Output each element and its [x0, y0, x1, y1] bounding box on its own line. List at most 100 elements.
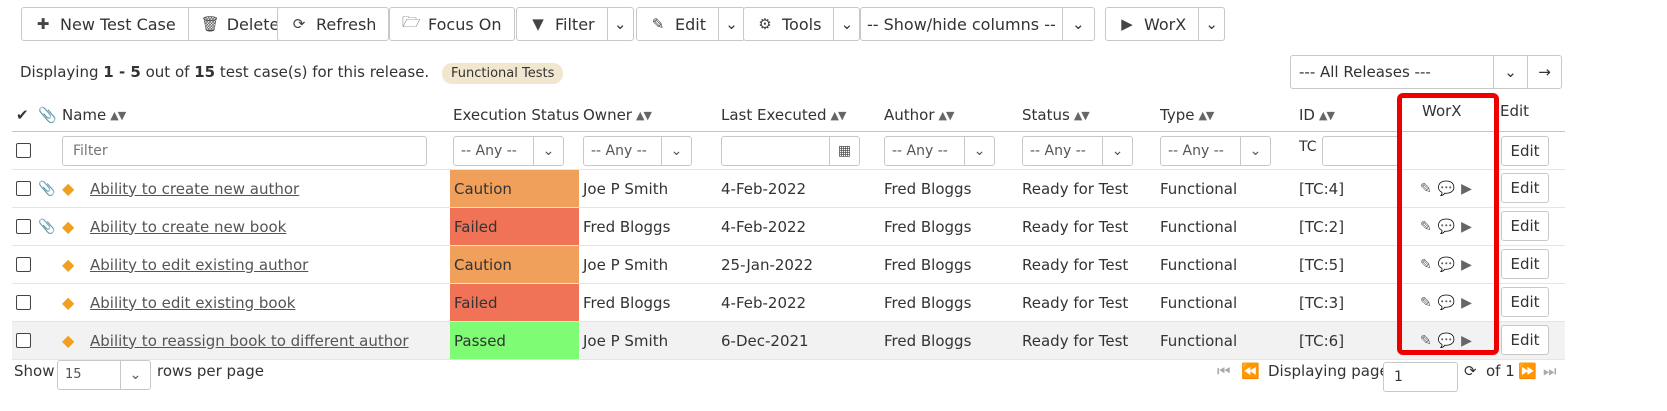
test-case-name-link[interactable]: Ability to create new book — [90, 218, 286, 236]
row-edit-button[interactable]: Edit — [1501, 173, 1549, 203]
row-checkbox-cell[interactable] — [16, 322, 31, 359]
comments-icon[interactable]: 💬 — [1438, 257, 1455, 273]
last-executed-filter[interactable]: ▦ — [721, 136, 860, 166]
edit-note-icon[interactable]: ✎ — [1420, 181, 1432, 197]
focus-group: 🗁 Focus On — [389, 7, 515, 41]
row-checkbox-cell[interactable] — [16, 284, 31, 321]
filter-edit-button[interactable]: Edit — [1501, 136, 1549, 166]
refresh-icon: ⟳ — [292, 15, 306, 33]
refresh-page-icon[interactable]: ⟳ — [1464, 362, 1477, 380]
sort-icon[interactable]: ▲▼ — [1198, 109, 1214, 122]
edit-button[interactable]: ✎ Edit — [637, 8, 718, 40]
previous-page-icon[interactable]: ⏪ — [1241, 362, 1260, 380]
folder-badge[interactable]: Functional Tests — [441, 63, 564, 84]
page-number-input[interactable]: 1 — [1383, 362, 1458, 392]
column-header-owner[interactable]: Owner ▲▼ — [583, 98, 652, 132]
select-all-check-icon[interactable]: ✔ — [16, 98, 29, 132]
play-icon[interactable]: ▶ — [1461, 295, 1472, 311]
sort-icon[interactable]: ▲▼ — [636, 109, 652, 122]
owner-filter[interactable]: -- Any -- ⌄ — [583, 136, 692, 166]
worx-dropdown-button[interactable]: ⌄ — [1198, 8, 1224, 40]
table-row[interactable]: ◆ Ability to edit existing book Failed F… — [12, 284, 1565, 322]
sort-icon[interactable]: ▲▼ — [831, 109, 847, 122]
delete-button[interactable]: 🗑 Delete — [187, 8, 292, 40]
id-cell: [TC:2] — [1299, 217, 1345, 236]
sort-icon[interactable]: ▲▼ — [1074, 109, 1090, 122]
first-page-icon[interactable]: ⏮ — [1217, 362, 1230, 380]
table-row[interactable]: 📎 ◆ Ability to create new author Caution… — [12, 170, 1565, 208]
columns-dropdown-button[interactable]: ⌄ — [1061, 8, 1094, 40]
focus-on-button[interactable]: 🗁 Focus On — [390, 8, 514, 40]
owner-cell: Joe P Smith — [583, 179, 669, 198]
row-checkbox-cell[interactable] — [16, 208, 31, 245]
edit-note-icon[interactable]: ✎ — [1420, 219, 1432, 235]
edit-dropdown-button[interactable]: ⌄ — [717, 8, 744, 40]
next-page-icon[interactable]: ⏩ — [1518, 362, 1537, 380]
table-row[interactable]: ◆ Ability to reassign book to different … — [12, 322, 1565, 360]
type-filter[interactable]: -- Any -- ⌄ — [1160, 136, 1271, 166]
author-filter[interactable]: -- Any -- ⌄ — [884, 136, 995, 166]
select-all-checkbox[interactable] — [16, 132, 31, 169]
row-edit-button[interactable]: Edit — [1501, 287, 1549, 317]
id-filter-input[interactable] — [1322, 136, 1402, 166]
checkbox[interactable] — [16, 295, 31, 310]
show-hide-columns-select[interactable]: -- Show/hide columns -- — [861, 8, 1062, 40]
new-test-case-button[interactable]: ✚ New Test Case — [22, 8, 188, 40]
column-header-execution-status[interactable]: Execution Status — [453, 98, 579, 132]
checkbox[interactable] — [16, 181, 31, 196]
column-header-name[interactable]: Name ▲▼ — [62, 98, 126, 132]
refresh-button[interactable]: ⟳ Refresh — [278, 8, 388, 40]
play-icon[interactable]: ▶ — [1461, 219, 1472, 235]
column-header-id[interactable]: ID ▲▼ — [1299, 98, 1335, 132]
status-filter[interactable]: -- Any -- ⌄ — [1022, 136, 1133, 166]
test-case-name-link[interactable]: Ability to edit existing author — [90, 256, 308, 274]
play-icon[interactable]: ▶ — [1461, 333, 1472, 349]
table-row[interactable]: ◆ Ability to edit existing author Cautio… — [12, 246, 1565, 284]
comments-icon[interactable]: 💬 — [1438, 181, 1455, 197]
displaying-page-label: Displaying page — [1268, 362, 1389, 380]
comments-icon[interactable]: 💬 — [1438, 333, 1455, 349]
tools-button[interactable]: ⚙ Tools — [744, 8, 833, 40]
column-header-last-executed[interactable]: Last Executed ▲▼ — [721, 98, 847, 132]
comments-icon[interactable]: 💬 — [1438, 219, 1455, 235]
sort-icon[interactable]: ▲▼ — [939, 109, 955, 122]
tools-dropdown-button[interactable]: ⌄ — [833, 8, 859, 40]
last-page-icon[interactable]: ⏭ — [1543, 362, 1556, 380]
sort-icon[interactable]: ▲▼ — [1319, 109, 1335, 122]
edit-note-icon[interactable]: ✎ — [1420, 333, 1432, 349]
filter-button[interactable]: ▼ Filter — [517, 8, 607, 40]
test-case-name-link[interactable]: Ability to create new author — [90, 180, 299, 198]
checkbox[interactable] — [16, 219, 31, 234]
filter-dropdown-button[interactable]: ⌄ — [606, 8, 633, 40]
row-checkbox-cell[interactable] — [16, 170, 31, 207]
column-header-status[interactable]: Status ▲▼ — [1022, 98, 1090, 132]
execution-status-filter[interactable]: -- Any -- ⌄ — [453, 136, 564, 166]
test-case-name-link[interactable]: Ability to edit existing book — [90, 294, 295, 312]
arrow-right-icon[interactable]: → — [1527, 56, 1561, 88]
play-icon[interactable]: ▶ — [1461, 257, 1472, 273]
page-size-select[interactable]: 15 ⌄ — [57, 360, 151, 390]
chevron-down-icon[interactable]: ⌄ — [1493, 56, 1527, 88]
column-header-author[interactable]: Author ▲▼ — [884, 98, 955, 132]
calendar-icon[interactable]: ▦ — [829, 137, 859, 165]
table-row[interactable]: 📎 ◆ Ability to create new book Failed Fr… — [12, 208, 1565, 246]
checkbox[interactable] — [16, 143, 31, 158]
row-edit-button[interactable]: Edit — [1501, 325, 1549, 355]
checkbox[interactable] — [16, 257, 31, 272]
edit-note-icon[interactable]: ✎ — [1420, 257, 1432, 273]
row-edit-button[interactable]: Edit — [1501, 211, 1549, 241]
test-case-name-link[interactable]: Ability to reassign book to different au… — [90, 332, 409, 350]
release-selector[interactable]: --- All Releases --- ⌄ → — [1290, 55, 1562, 89]
sort-icon[interactable]: ▲▼ — [110, 109, 126, 122]
checkbox[interactable] — [16, 333, 31, 348]
worx-button[interactable]: ▶ WorX — [1106, 8, 1198, 40]
comments-icon[interactable]: 💬 — [1438, 295, 1455, 311]
row-edit-button[interactable]: Edit — [1501, 249, 1549, 279]
author-cell: Fred Bloggs — [884, 331, 972, 350]
column-header-type[interactable]: Type ▲▼ — [1160, 98, 1214, 132]
play-icon[interactable]: ▶ — [1461, 181, 1472, 197]
last-executed-cell: 25-Jan-2022 — [721, 255, 814, 274]
name-filter-input[interactable] — [62, 136, 427, 166]
edit-note-icon[interactable]: ✎ — [1420, 295, 1432, 311]
row-checkbox-cell[interactable] — [16, 246, 31, 283]
